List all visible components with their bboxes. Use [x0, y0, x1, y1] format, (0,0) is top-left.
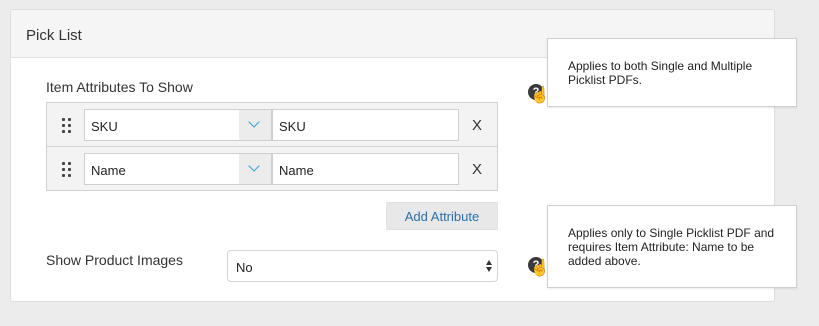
- attribute-label-input[interactable]: Name: [272, 153, 459, 185]
- show-product-images-value: No: [236, 260, 253, 275]
- show-product-images-label: Show Product Images: [46, 252, 183, 268]
- show-product-images-select[interactable]: No: [227, 250, 498, 282]
- remove-attribute-button[interactable]: X: [472, 161, 482, 178]
- images-help-tooltip: Applies only to Single Picklist PDF and …: [547, 205, 797, 288]
- remove-attribute-button[interactable]: X: [472, 117, 482, 134]
- item-attributes-label: Item Attributes To Show: [46, 79, 193, 95]
- chevron-down-icon[interactable]: [239, 153, 272, 185]
- attributes-help-tooltip: Applies to both Single and Multiple Pick…: [547, 38, 797, 107]
- chevron-down-icon[interactable]: [239, 109, 272, 141]
- drag-handle-icon[interactable]: [62, 162, 72, 178]
- attribute-row: SKU SKU X: [47, 103, 497, 147]
- select-arrows-icon: [486, 259, 492, 273]
- attribute-row: Name Name X: [47, 147, 497, 191]
- drag-handle-icon[interactable]: [62, 118, 72, 134]
- add-attribute-button[interactable]: Add Attribute: [386, 202, 498, 230]
- attribute-list: SKU SKU X Name Name X: [46, 102, 498, 191]
- attribute-label-input[interactable]: SKU: [272, 109, 459, 141]
